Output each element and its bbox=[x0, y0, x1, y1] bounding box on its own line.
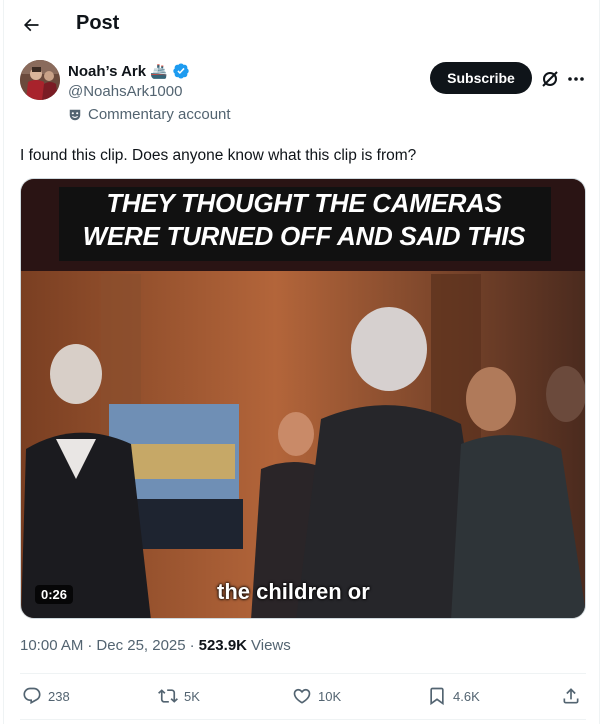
repost-icon bbox=[158, 689, 178, 703]
video-caption: THEY THOUGHT THE CAMERAS WERE TURNED OFF… bbox=[21, 187, 585, 253]
commentary-badge[interactable]: Commentary account bbox=[68, 106, 231, 123]
repost-count: 5K bbox=[184, 688, 200, 704]
video-duration: 0:26 bbox=[35, 585, 74, 604]
divider bbox=[20, 673, 586, 674]
post-time[interactable]: 10:00 AM bbox=[20, 637, 83, 654]
video-subtitle: the children or bbox=[217, 579, 370, 604]
reply-button[interactable]: 238 bbox=[22, 686, 70, 706]
grok-icon bbox=[542, 71, 558, 87]
repost-button[interactable]: 5K bbox=[158, 686, 200, 706]
meta-separator: · bbox=[189, 637, 195, 654]
share-icon bbox=[563, 688, 579, 704]
frame-border-right bbox=[599, 0, 600, 724]
subscribe-button[interactable]: Subscribe bbox=[430, 62, 532, 94]
frame-border-left bbox=[3, 0, 4, 724]
video-caption-line-2: WERE TURNED OFF AND SAID THIS bbox=[82, 221, 526, 251]
like-count: 10K bbox=[318, 688, 342, 704]
post-date[interactable]: Dec 25, 2025 bbox=[96, 637, 185, 654]
video-player[interactable]: THEY THOUGHT THE CAMERAS WERE TURNED OFF… bbox=[20, 178, 586, 619]
author-name-row: Noah’s Ark 🚢 bbox=[68, 62, 190, 80]
bookmark-icon bbox=[430, 687, 444, 706]
arrow-left-icon bbox=[23, 18, 39, 32]
author-display-name[interactable]: Noah’s Ark bbox=[68, 63, 146, 80]
reply-icon bbox=[23, 687, 41, 705]
bookmark-count: 4.6K bbox=[453, 688, 480, 704]
views-label: Views bbox=[251, 637, 291, 654]
post-text: I found this clip. Does anyone know what… bbox=[20, 147, 417, 164]
post-meta: 10:00 AM · Dec 25, 2025 · 523.9K Views bbox=[20, 637, 291, 654]
theater-masks-icon bbox=[69, 109, 81, 120]
reply-count: 238 bbox=[48, 688, 70, 704]
page-title: Post bbox=[76, 12, 120, 34]
action-bar: 238 5K 10K 4.6K bbox=[0, 686, 600, 708]
more-icon bbox=[568, 77, 584, 81]
author-handle[interactable]: @NoahsArk1000 bbox=[68, 83, 182, 100]
like-button[interactable]: 10K bbox=[292, 686, 341, 706]
views-count: 523.9K bbox=[198, 637, 247, 654]
commentary-label: Commentary account bbox=[88, 106, 231, 123]
video-caption-line-1: THEY THOUGHT THE CAMERAS bbox=[106, 188, 502, 218]
more-options-button[interactable] bbox=[566, 69, 586, 89]
avatar-image bbox=[20, 60, 60, 100]
meta-separator: · bbox=[87, 637, 93, 654]
post-header: Post bbox=[0, 0, 600, 48]
verified-badge-icon bbox=[172, 63, 189, 79]
avatar[interactable] bbox=[20, 60, 60, 100]
bookmark-button[interactable]: 4.6K bbox=[427, 686, 480, 706]
share-button[interactable] bbox=[561, 686, 581, 706]
grok-button[interactable] bbox=[540, 69, 560, 89]
heart-icon bbox=[293, 688, 311, 704]
divider bbox=[20, 719, 586, 720]
back-button[interactable] bbox=[16, 10, 46, 40]
ship-emoji: 🚢 bbox=[150, 62, 168, 79]
